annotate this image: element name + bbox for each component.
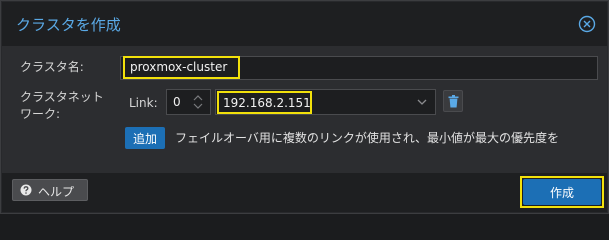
- cluster-name-label: クラスタ名:: [20, 60, 84, 74]
- stepper-arrows-icon[interactable]: [193, 93, 203, 111]
- add-link-button[interactable]: 追加: [125, 127, 165, 149]
- create-cluster-dialog: クラスタを作成 クラスタ名: proxmox-cluster クラスタネット ワ…: [0, 0, 609, 214]
- add-link-hint: フェイルオーバ用に複数のリンクが使用され、最小値が最大の優先度を: [175, 131, 560, 145]
- help-button[interactable]: ヘルプ: [12, 179, 88, 201]
- link-address-value: 192.168.2.151: [223, 96, 311, 110]
- link-number-value: 0: [173, 95, 181, 109]
- create-button[interactable]: 作成: [523, 179, 601, 205]
- cluster-name-value: proxmox-cluster: [130, 60, 228, 74]
- cluster-network-label-line2: ワーク:: [20, 107, 61, 121]
- link-label: Link:: [129, 96, 158, 110]
- dialog-titlebar: クラスタを作成: [2, 2, 607, 46]
- dialog-body: クラスタ名: proxmox-cluster クラスタネット ワーク: Link…: [2, 46, 607, 173]
- dialog-footer: ヘルプ 作成: [2, 173, 607, 212]
- dialog-title: クラスタを作成: [16, 16, 121, 34]
- question-circle-icon: [20, 184, 32, 196]
- chevron-down-icon[interactable]: [417, 98, 427, 106]
- close-icon[interactable]: [578, 15, 596, 33]
- trash-icon: [448, 95, 459, 108]
- remove-link-button[interactable]: [443, 90, 463, 112]
- help-label: ヘルプ: [38, 185, 75, 199]
- cluster-network-label-line1: クラスタネット: [20, 90, 104, 104]
